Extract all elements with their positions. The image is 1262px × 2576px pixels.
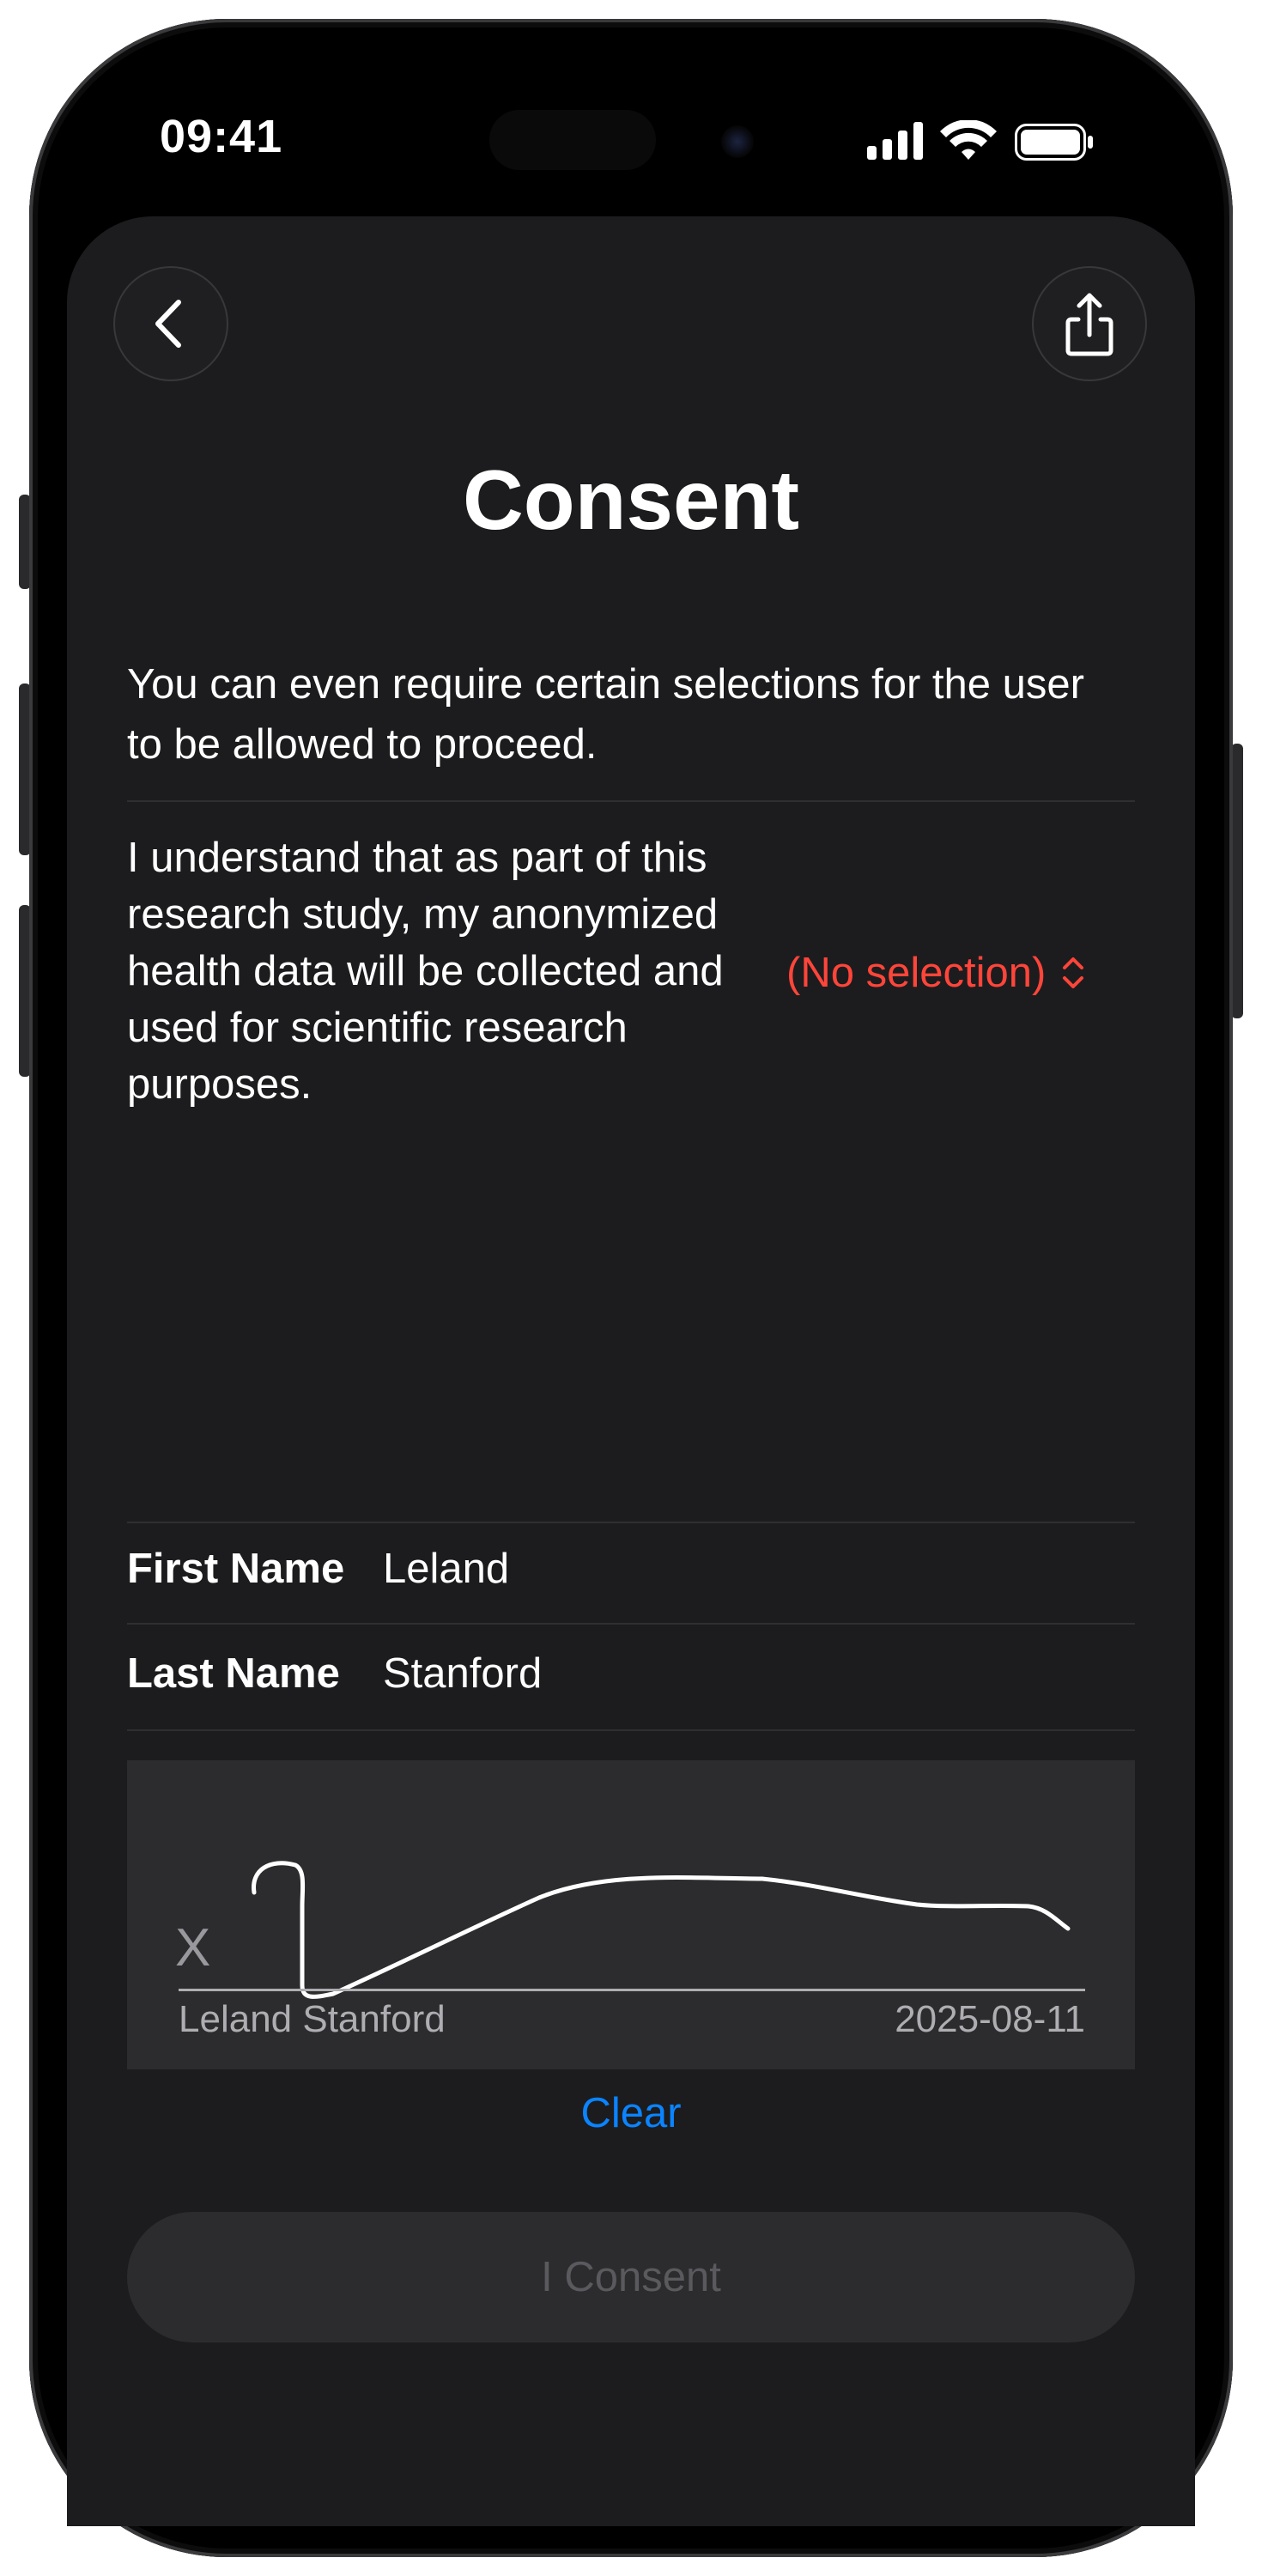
front-camera (721, 125, 754, 158)
cellular-signal-icon (867, 122, 923, 160)
page-title: Consent (463, 453, 799, 547)
chevron-left-icon (155, 300, 181, 348)
power-button (1231, 744, 1243, 1018)
last-name-field[interactable]: Stanford (383, 1643, 542, 1704)
divider (127, 1522, 1135, 1523)
chevron-up-down-icon (1063, 957, 1084, 988)
i-consent-label: I Consent (541, 2254, 721, 2300)
clear-signature-button[interactable]: Clear (0, 2083, 1262, 2143)
divider (127, 800, 1135, 802)
divider (127, 1729, 1135, 1731)
dynamic-island (489, 110, 656, 170)
i-consent-button[interactable]: I Consent (127, 2212, 1135, 2342)
last-name-label: Last Name (127, 1650, 340, 1697)
intro-text: You can even require certain selections … (127, 661, 1084, 768)
status-icons (867, 119, 1099, 163)
first-name-label: First Name (127, 1546, 345, 1592)
consent-sheet (67, 216, 1195, 2526)
battery-icon (1015, 124, 1093, 161)
signature-name: Leland Stanford (179, 1998, 446, 2040)
signature-x-mark: X (175, 1918, 211, 1978)
signature-pad[interactable]: X Leland Stanford 2025-08-11 (127, 1760, 1135, 2069)
wifi-icon (940, 119, 997, 160)
consent-selection-picker[interactable]: (No selection) (786, 943, 1087, 1003)
picker-value: (No selection) (786, 950, 1047, 996)
divider (127, 1623, 1135, 1625)
share-button[interactable] (1034, 268, 1145, 380)
consent-statement: I understand that as part of this resear… (127, 835, 724, 1108)
status-time: 09:41 (160, 111, 283, 162)
signature-date: 2025-08-11 (895, 1998, 1085, 2040)
back-button[interactable] (115, 268, 227, 380)
share-icon (1065, 293, 1113, 356)
signature-line (179, 1989, 1085, 1991)
first-name-field[interactable]: Leland (383, 1539, 509, 1599)
